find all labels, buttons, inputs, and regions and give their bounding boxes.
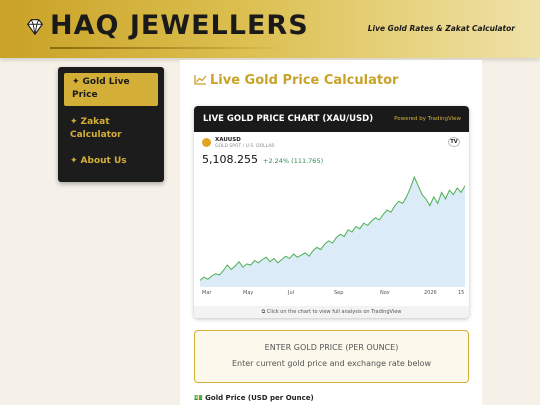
- enter-price-title: ENTER GOLD PRICE (PER OUNCE): [264, 343, 399, 352]
- money-icon: 💵: [194, 394, 203, 402]
- x-axis-tick-label: 2026: [424, 290, 437, 296]
- symbol-description: GOLD SPOT / U.S. DOLLAR: [215, 144, 275, 149]
- sidebar-item-gold-live-price[interactable]: ✦ Gold Live Price: [64, 73, 158, 106]
- gold-price-label-text: Gold Price (USD per Ounce): [205, 394, 314, 402]
- tradingview-widget[interactable]: XAUUSD GOLD SPOT / U.S. DOLLAR TV 5,108.…: [198, 135, 465, 305]
- price-area-fill: [200, 177, 465, 287]
- sidebar-nav: ✦ Gold Live Price ✦ Zakat Calculator ✦ Abou…: [58, 67, 164, 182]
- sidebar-item-zakat-calculator[interactable]: ✦ Zakat Calculator: [66, 113, 156, 145]
- x-axis-tick-label: Mar: [202, 290, 212, 296]
- main-content: Live Gold Price Calculator LIVE GOLD PRI…: [180, 60, 482, 405]
- diamond-icon: [26, 19, 44, 36]
- sidebar-item-label: About Us: [80, 156, 127, 166]
- x-axis-tick-label: Nov: [380, 290, 390, 296]
- x-axis-tick-label: May: [243, 290, 254, 296]
- price-chart-plot[interactable]: [200, 173, 465, 301]
- tradingview-logo-icon[interactable]: TV: [448, 137, 460, 147]
- gold-price-field-label: 💵 Gold Price (USD per Ounce): [194, 394, 314, 402]
- price-change: +2.24% (111.765): [263, 157, 324, 165]
- brand-underline: [50, 47, 286, 49]
- powered-by-link[interactable]: Powered by TradingView: [394, 116, 461, 122]
- live-chart-card: LIVE GOLD PRICE CHART (XAU/USD) Powered …: [194, 106, 469, 318]
- sparkle-icon: ✦: [72, 77, 80, 87]
- enter-price-box: ENTER GOLD PRICE (PER OUNCE) Enter curre…: [194, 330, 469, 383]
- enter-price-subtitle: Enter current gold price and exchange ra…: [231, 359, 432, 368]
- x-axis-tick-label: Jul: [288, 290, 295, 296]
- page-title-text: Live Gold Price Calculator: [210, 73, 399, 88]
- x-axis-tick-label: 15: [458, 290, 465, 296]
- sparkle-icon: ✦: [70, 117, 78, 127]
- sparkle-icon: ✦: [70, 156, 78, 166]
- chart-card-title: LIVE GOLD PRICE CHART (XAU/USD): [203, 114, 374, 124]
- trend-chart-icon: [194, 75, 207, 85]
- chart-footer-text: Click on the chart to view full analysis…: [266, 309, 402, 315]
- current-price: 5,108.255: [202, 153, 258, 166]
- sidebar-item-about-us[interactable]: ✦ About Us: [66, 152, 156, 171]
- site-header: HAQ JEWELLERS Live Gold Rates & Zakat Ca…: [0, 0, 540, 58]
- x-axis-tick-label: Sep: [334, 290, 344, 296]
- brand-name[interactable]: HAQ JEWELLERS: [50, 10, 309, 41]
- header-tagline: Live Gold Rates & Zakat Calculator: [367, 24, 515, 33]
- sidebar-item-label: Gold Live Price: [72, 77, 130, 100]
- chart-card-header: LIVE GOLD PRICE CHART (XAU/USD) Powered …: [194, 106, 469, 132]
- gold-coin-icon: [202, 138, 211, 147]
- symbol-name[interactable]: XAUUSD: [215, 137, 241, 143]
- chart-footer-link[interactable]: ⧉ Click on the chart to view full analys…: [194, 306, 469, 318]
- page-title: Live Gold Price Calculator: [194, 73, 398, 88]
